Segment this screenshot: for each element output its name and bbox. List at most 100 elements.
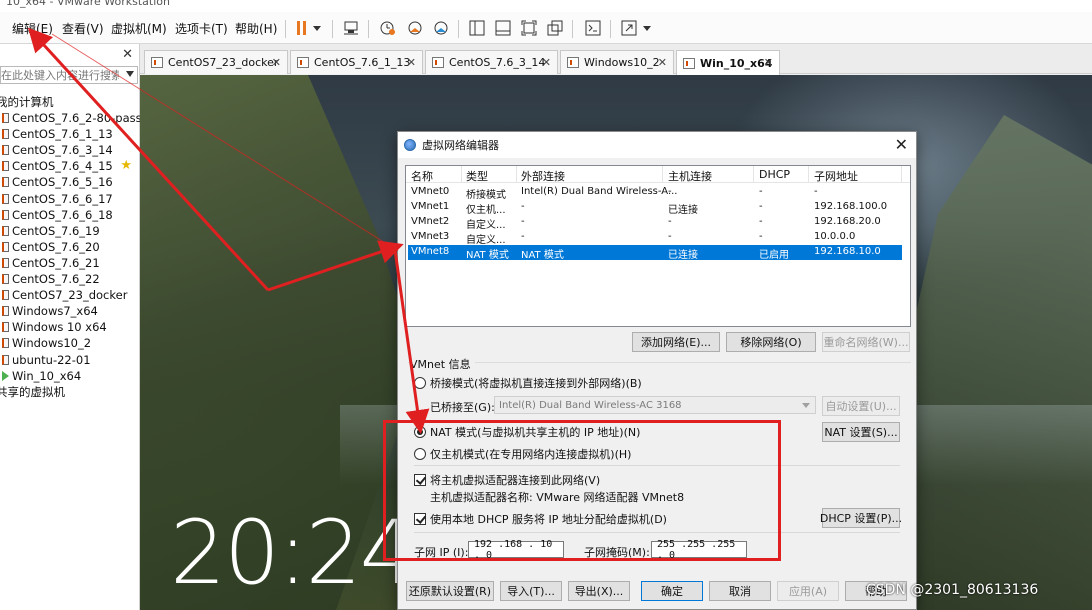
chevron-down-icon[interactable]	[126, 71, 134, 77]
terminal-icon[interactable]	[582, 17, 604, 39]
library-item[interactable]: ubuntu-22-01	[0, 352, 140, 368]
bridged-to-select[interactable]: Intel(R) Dual Band Wireless-AC 3168	[494, 396, 816, 414]
library-root[interactable]: 我的计算机	[0, 94, 140, 110]
library-item[interactable]: CentOS7_23_docker	[0, 287, 140, 303]
cell: -	[759, 216, 763, 227]
snapshot-icon[interactable]	[376, 17, 398, 39]
close-icon[interactable]: ✕	[658, 56, 667, 69]
auto-settings-button[interactable]: 自动设置(U)...	[822, 396, 900, 416]
star-icon[interactable]: ★	[120, 158, 132, 174]
remove-network-button[interactable]: 移除网络(O)	[726, 332, 816, 352]
send-keys-icon[interactable]	[340, 17, 362, 39]
snapshot-manager-icon[interactable]	[430, 17, 452, 39]
revert-snapshot-icon[interactable]	[404, 17, 426, 39]
library-item[interactable]: CentOS_7.6_3_14	[0, 142, 140, 158]
close-icon[interactable]: ✕	[407, 56, 416, 69]
library-item[interactable]: CentOS_7.6_21	[0, 255, 140, 271]
menu-tabs[interactable]: 选项卡(T)	[175, 20, 228, 37]
cell: 自定义...	[466, 220, 506, 231]
search-input[interactable]	[1, 67, 119, 83]
cell: -	[521, 216, 525, 227]
table-row[interactable]: VMnet0 桥接模式 Intel(R) Dual Band Wireless-…	[408, 185, 902, 201]
cancel-button[interactable]: 取消	[709, 581, 771, 601]
close-icon[interactable]: ✕	[122, 47, 133, 62]
vm-icon	[2, 161, 9, 172]
cell: -	[814, 186, 818, 197]
library-item[interactable]: CentOS_7.6_20	[0, 239, 140, 255]
vm-icon	[2, 193, 9, 204]
bridge-mode-radio[interactable]: 桥接模式(将虚拟机直接连接到外部网络)(B)	[414, 375, 642, 391]
cell: 已启用	[759, 250, 789, 261]
close-icon[interactable]: ✕	[764, 56, 773, 69]
vm-icon	[683, 57, 695, 69]
tab-centos-7-6-1-13[interactable]: CentOS_7.6_1_13 ✕	[290, 50, 423, 74]
toolbar-separator	[458, 20, 459, 38]
import-button[interactable]: 导入(T)...	[500, 581, 562, 601]
tab-win-10-x64[interactable]: Win_10_x64 ✕	[676, 50, 780, 75]
tab-centos7-23-docker[interactable]: CentOS7_23_docker ✕	[144, 50, 288, 74]
tab-label: CentOS7_23_docker	[168, 56, 279, 69]
column-header[interactable]: 类型	[466, 168, 488, 184]
column-header[interactable]: 主机连接	[668, 168, 712, 184]
column-header[interactable]: 子网地址	[814, 168, 858, 184]
table-row[interactable]: VMnet3 自定义... - - - 10.0.0.0	[408, 230, 902, 246]
library-item[interactable]: Windows 10 x64	[0, 319, 140, 335]
vm-icon	[2, 113, 9, 124]
restore-defaults-button[interactable]: 还原默认设置(R)	[406, 581, 494, 601]
library-item[interactable]: Windows7_x64	[0, 303, 140, 319]
library-item[interactable]: CentOS_7.6_19	[0, 223, 140, 239]
console-view-icon[interactable]	[492, 17, 514, 39]
table-row[interactable]: VMnet2 自定义... - - - 192.168.20.0	[408, 215, 902, 231]
column-header[interactable]: 名称	[411, 168, 433, 184]
close-icon[interactable]: ✕	[542, 56, 551, 69]
cell: VMnet0	[411, 186, 450, 197]
library-shared[interactable]: 共享的虚拟机	[0, 384, 140, 400]
library-item[interactable]: CentOS_7.6_2-80-pass	[0, 110, 142, 126]
library-item[interactable]: Win_10_x64	[0, 368, 140, 384]
column-header[interactable]: 外部连接	[521, 168, 565, 184]
library-search[interactable]	[0, 66, 138, 84]
stretch-icon[interactable]	[618, 17, 640, 39]
cell: -	[759, 201, 763, 212]
select-value: Intel(R) Dual Band Wireless-AC 3168	[499, 399, 682, 411]
ok-button[interactable]: 确定	[641, 581, 703, 601]
library-item[interactable]: CentOS_7.6_5_16	[0, 174, 140, 190]
menu-help[interactable]: 帮助(H)	[235, 20, 277, 37]
nat-settings-button[interactable]: NAT 设置(S)...	[822, 422, 900, 442]
dropdown-icon[interactable]	[310, 17, 324, 39]
library-item[interactable]: CentOS_7.6_6_18	[0, 207, 140, 223]
add-network-button[interactable]: 添加网络(E)...	[632, 332, 720, 352]
table-row-selected[interactable]: VMnet8 NAT 模式 NAT 模式 已连接 已启用 192.168.10.…	[408, 245, 902, 261]
tab-centos-7-6-3-14[interactable]: CentOS_7.6_3_14 ✕	[425, 50, 558, 74]
dropdown-icon[interactable]	[640, 17, 654, 39]
dhcp-settings-button[interactable]: DHCP 设置(P)...	[820, 508, 902, 528]
library-item[interactable]: CentOS_7.6_1_13	[0, 126, 140, 142]
library-item[interactable]: CentOS_7.6_6_17	[0, 191, 140, 207]
table-row[interactable]: VMnet1 仅主机... - 已连接 - 192.168.100.0	[408, 200, 902, 216]
menu-view[interactable]: 查看(V)	[62, 20, 104, 37]
export-button[interactable]: 导出(X)...	[568, 581, 630, 601]
radio-button[interactable]	[414, 377, 426, 389]
menu-vm[interactable]: 虚拟机(M)	[111, 20, 167, 37]
network-list[interactable]: 名称 类型 外部连接 主机连接 DHCP 子网地址 VMnet0 桥接模式 In…	[405, 165, 911, 327]
vm-icon	[2, 145, 9, 156]
network-list-header: 名称 类型 外部连接 主机连接 DHCP 子网地址	[406, 166, 910, 183]
library-item[interactable]: CentOS_7.6_22	[0, 271, 140, 287]
library-item-label: CentOS_7.6_20	[12, 239, 100, 254]
fullscreen-icon[interactable]	[518, 17, 540, 39]
library-view-icon[interactable]	[466, 17, 488, 39]
column-header[interactable]: DHCP	[759, 168, 790, 181]
apply-button[interactable]: 应用(A)	[777, 581, 839, 601]
pause-icon[interactable]	[290, 17, 312, 39]
library-item[interactable]: Windows10_2	[0, 335, 140, 351]
close-icon[interactable]: ✕	[272, 56, 281, 69]
cell: -	[759, 231, 763, 242]
close-icon[interactable]: ✕	[895, 135, 908, 154]
menu-edit[interactable]: 编辑(E)	[12, 20, 53, 37]
cell: 已连接	[668, 205, 698, 216]
unity-icon[interactable]	[544, 17, 566, 39]
cell: -	[521, 231, 525, 242]
library-item[interactable]: CentOS_7.6_4_15 ★	[0, 158, 140, 174]
rename-network-button[interactable]: 重命名网络(W)...	[822, 332, 910, 352]
tab-windows10-2[interactable]: Windows10_2 ✕	[560, 50, 674, 74]
